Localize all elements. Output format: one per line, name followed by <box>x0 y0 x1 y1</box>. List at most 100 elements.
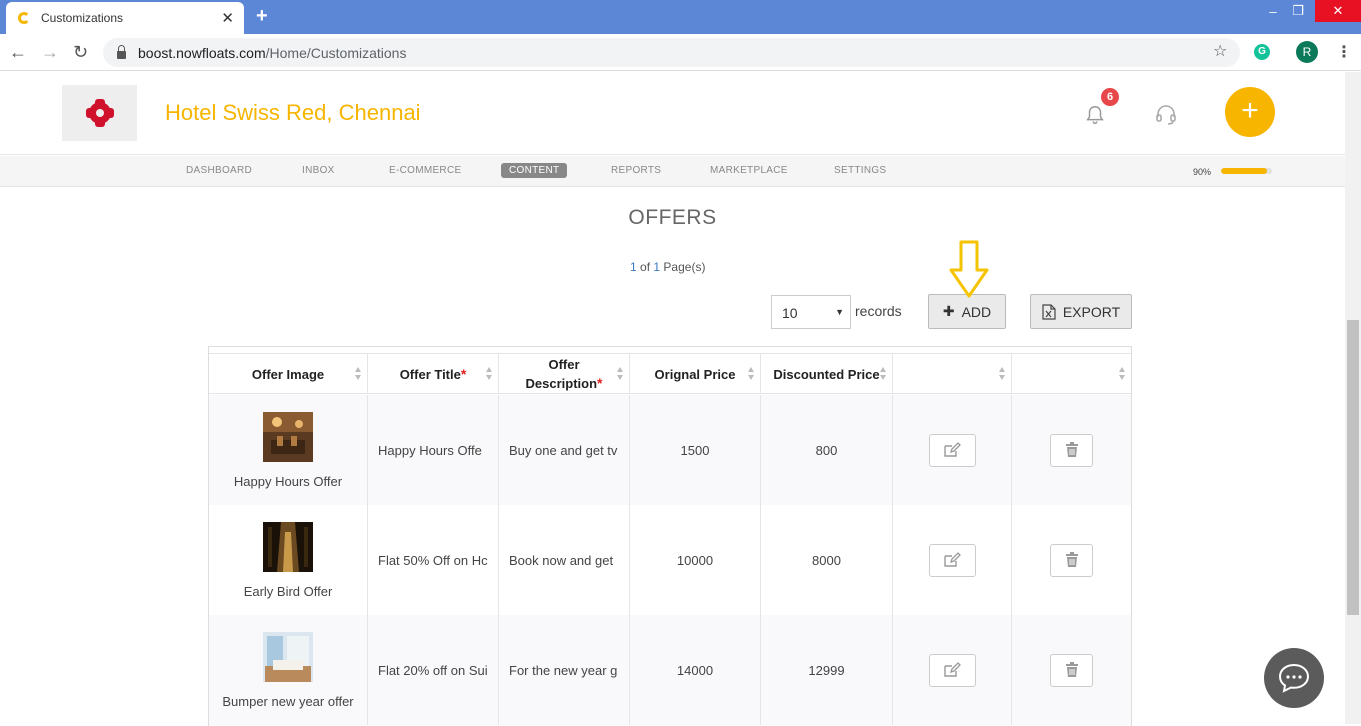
new-tab-icon[interactable]: + <box>256 5 268 28</box>
excel-file-icon <box>1042 303 1056 320</box>
edit-button[interactable] <box>928 543 976 577</box>
column-header-edit[interactable] <box>893 354 1012 394</box>
main-nav: DASHBOARD INBOX E-COMMERCE CONTENT REPOR… <box>0 156 1345 187</box>
offer-description-cell: For the new year g <box>499 615 630 725</box>
original-price-cell: 1500 <box>630 395 761 505</box>
bookmark-star-icon[interactable]: ☆ <box>1213 41 1227 61</box>
offer-thumbnail[interactable] <box>263 631 313 682</box>
notification-badge: 6 <box>1101 88 1119 106</box>
offer-thumbnail[interactable] <box>263 411 313 462</box>
delete-button[interactable] <box>1050 653 1093 687</box>
edit-icon <box>944 662 961 677</box>
delete-button[interactable] <box>1050 433 1093 467</box>
records-per-page-select[interactable]: 10 ▼ <box>771 295 851 329</box>
nav-marketplace[interactable]: MARKETPLACE <box>710 165 788 176</box>
address-bar-row: ← → ↻ boost.nowfloats.com/Home/Customiza… <box>0 34 1361 71</box>
offers-table: Offer Image Offer Title * Offer Descripti… <box>208 346 1132 726</box>
sort-icon[interactable] <box>355 367 362 381</box>
table-row: Bumper new year offer Flat 20% off on Su… <box>209 615 1131 725</box>
column-header-discounted-price[interactable]: Discounted Price <box>761 354 893 394</box>
column-header-offer-description[interactable]: Offer Description* <box>499 354 630 394</box>
header-label: Offer <box>548 357 580 372</box>
required-marker: * <box>597 375 603 391</box>
edit-button[interactable] <box>928 433 976 467</box>
discounted-price-cell: 800 <box>761 395 893 505</box>
column-header-offer-image[interactable]: Offer Image <box>209 354 368 394</box>
edit-cell <box>893 505 1012 615</box>
offer-thumbnail[interactable] <box>263 521 313 572</box>
add-offer-button[interactable]: ✚ ADD <box>928 294 1006 329</box>
nav-ecommerce[interactable]: E-COMMERCE <box>389 165 461 176</box>
scrollbar-thumb[interactable] <box>1347 320 1359 615</box>
column-header-original-price[interactable]: Orignal Price <box>630 354 761 394</box>
nav-reports[interactable]: REPORTS <box>611 165 661 176</box>
sort-icon[interactable] <box>1119 367 1126 381</box>
profile-completion-fill <box>1221 168 1267 174</box>
profile-completion-label: 90% <box>1193 167 1212 177</box>
url-field[interactable]: boost.nowfloats.com/Home/Customizations <box>103 38 1240 67</box>
favicon-icon <box>18 12 30 24</box>
delete-cell <box>1012 395 1131 505</box>
quick-add-button[interactable]: + <box>1225 87 1275 137</box>
business-name: Hotel Swiss Red, Chennai <box>165 100 421 125</box>
browser-tab[interactable]: Customizations ✕ <box>6 2 244 34</box>
header-label: Description <box>525 376 598 391</box>
sort-icon[interactable] <box>999 367 1006 381</box>
forward-icon[interactable]: → <box>41 42 59 63</box>
edit-cell <box>893 395 1012 505</box>
records-select-value: 10 <box>782 305 798 321</box>
offer-description-cell: Book now and get <box>499 505 630 615</box>
offer-image-caption: Early Bird Offer <box>243 583 333 599</box>
column-header-offer-title[interactable]: Offer Title * <box>368 354 499 394</box>
reload-icon[interactable]: ↻ <box>73 42 88 63</box>
pager-total[interactable]: 1 <box>653 260 660 274</box>
delete-cell <box>1012 615 1131 725</box>
minimize-icon[interactable]: – <box>1262 0 1284 22</box>
original-price-cell: 14000 <box>630 615 761 725</box>
discounted-price-cell: 12999 <box>761 615 893 725</box>
header-label: Offer Image <box>251 366 325 382</box>
offer-title-cell: Flat 50% Off on Hc <box>368 505 499 615</box>
lock-icon <box>117 44 126 59</box>
back-icon[interactable]: ← <box>9 42 27 63</box>
restore-icon[interactable]: ❐ <box>1287 0 1309 22</box>
column-header-delete[interactable] <box>1012 354 1131 394</box>
header-label: Offer Title <box>399 366 461 382</box>
table-row: Early Bird Offer Flat 50% Off on Hc Book… <box>209 505 1131 615</box>
browser-menu-icon[interactable]: ⋮ <box>1336 42 1352 62</box>
pagination-info: 1 of 1 Page(s) <box>630 260 705 274</box>
header-label: Discounted Price <box>773 366 880 382</box>
nav-settings[interactable]: SETTINGS <box>834 165 886 176</box>
export-button[interactable]: EXPORT <box>1030 294 1132 329</box>
sort-icon[interactable] <box>617 367 624 381</box>
nav-content[interactable]: CONTENT <box>501 163 568 178</box>
hotel-logo[interactable] <box>62 85 137 141</box>
sort-icon[interactable] <box>486 367 493 381</box>
nav-inbox[interactable]: INBOX <box>302 165 335 176</box>
add-button-label: ADD <box>961 303 992 320</box>
page-title: OFFERS <box>628 206 717 229</box>
page-scrollbar[interactable] <box>1345 72 1361 724</box>
close-tab-icon[interactable]: ✕ <box>221 9 234 27</box>
export-button-label: EXPORT <box>1062 303 1121 320</box>
header-label: Orignal Price <box>654 366 736 382</box>
close-window-icon[interactable]: ✕ <box>1315 0 1361 22</box>
tab-title: Customizations <box>41 11 124 25</box>
edit-button[interactable] <box>928 653 976 687</box>
sort-icon[interactable] <box>880 367 887 381</box>
pager-current[interactable]: 1 <box>630 260 637 274</box>
delete-cell <box>1012 505 1131 615</box>
headset-icon[interactable] <box>1154 103 1178 127</box>
edit-cell <box>893 615 1012 725</box>
pager-of: of <box>640 260 651 274</box>
sort-icon[interactable] <box>748 367 755 381</box>
grammarly-icon[interactable]: G <box>1254 44 1270 60</box>
bell-icon[interactable] <box>1084 104 1106 126</box>
delete-button[interactable] <box>1050 543 1093 577</box>
records-label: records <box>855 303 902 319</box>
discounted-price-cell: 8000 <box>761 505 893 615</box>
chat-widget-button[interactable] <box>1264 648 1324 708</box>
nav-dashboard[interactable]: DASHBOARD <box>186 165 252 176</box>
profile-avatar[interactable]: R <box>1296 41 1318 63</box>
offer-title-cell: Flat 20% off on Sui <box>368 615 499 725</box>
